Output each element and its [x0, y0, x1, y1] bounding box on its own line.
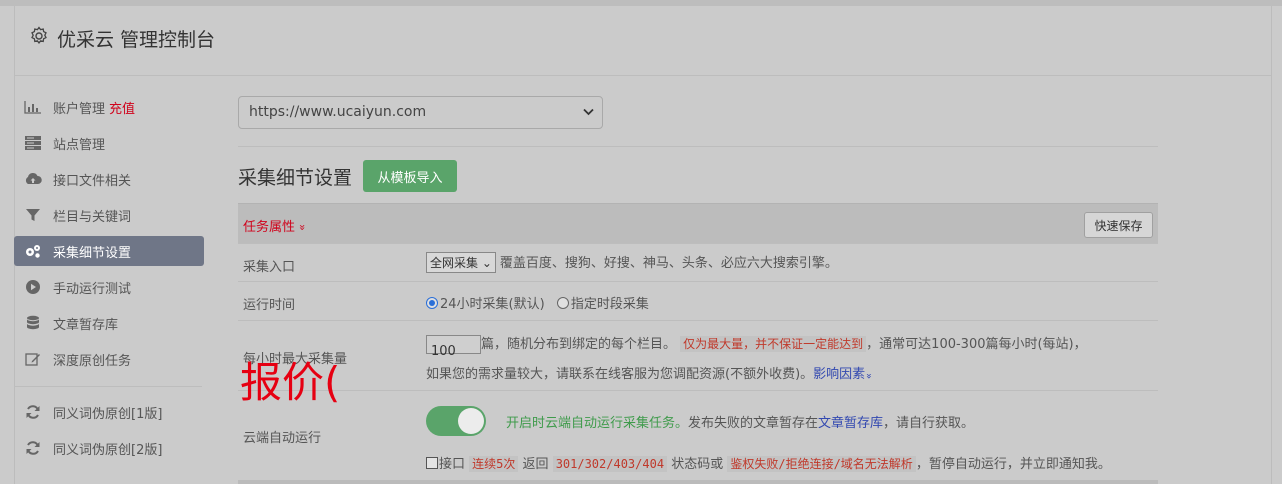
row-value: 24小时采集(默认) 指定时段采集	[426, 293, 649, 312]
chevron-down-icon: ⌄	[481, 256, 492, 270]
refresh-icon	[26, 405, 40, 419]
row-collect-entry: 采集入口 全网采集 ⌄ 覆盖百度、搜狗、好搜、神马、头条、必应六大搜索引擎。	[238, 243, 1158, 281]
sidebar-item-label: 文章暂存库	[53, 317, 119, 333]
text: ，暂停自动运行，并立即通知我。	[915, 457, 1111, 472]
sidebar-item-synonym-v2[interactable]: 同义词伪原创[2版]	[14, 433, 204, 463]
row-value: 全网采集 ⌄ 覆盖百度、搜狗、好搜、神马、头条、必应六大搜索引擎。	[426, 252, 838, 273]
sidebar-item-columns-keywords[interactable]: 栏目与关键词	[14, 200, 204, 230]
notify-option: 接口 连续5次 返回 301/302/403/404 状态码或 鉴权失败/拒绝连…	[426, 453, 1111, 472]
row-label: 采集入口	[243, 260, 296, 275]
page-header: 优采云 管理控制台	[15, 6, 1271, 76]
text: 返回	[522, 457, 549, 472]
text: 开启时云端自动运行采集任务。	[506, 416, 689, 431]
sidebar-item-account[interactable]: 账户管理 充值	[14, 92, 204, 122]
code-note: 鉴权失败/拒绝连接/域名无法解析	[727, 456, 916, 472]
sidebar-item-interface-files[interactable]: 接口文件相关	[14, 164, 204, 194]
chevron-down-icon: »	[296, 224, 310, 231]
text: ，通常可达100-300篇每小时(每站)，	[866, 337, 1087, 352]
bar-chart-icon	[24, 101, 41, 114]
play-circle-icon	[26, 280, 40, 294]
page-title: 优采云 管理控制台	[57, 29, 216, 51]
sidebar-item-manual-run[interactable]: 手动运行测试	[14, 272, 204, 302]
filter-icon	[26, 209, 40, 221]
section-title: 采集细节设置	[238, 167, 353, 189]
cloud-auto-run-toggle[interactable]	[426, 406, 486, 436]
text: 如果您的需求量较大，请联系在线客服为您调配资源(不额外收费)。	[426, 367, 814, 382]
site-select-value: https://www.ucaiyun.com	[249, 104, 427, 120]
sidebar-item-label: 深度原创任务	[53, 353, 132, 369]
text: 接口	[439, 457, 466, 472]
sidebar-item-label: 采集细节设置	[53, 245, 132, 261]
overlay-annotation: 报价(	[240, 358, 341, 407]
row-cloud-auto-run: 云端自动运行 开启时云端自动运行采集任务。发布失败的文章暂存在文章暂存库，请自行…	[238, 390, 1158, 480]
collect-entry-desc: 覆盖百度、搜狗、好搜、神马、头条、必应六大搜索引擎。	[499, 256, 838, 271]
notify-checkbox[interactable]	[426, 457, 438, 469]
text: 发布失败的文章暂存在	[688, 416, 819, 431]
task-props-toggle[interactable]: 任务属性 »	[243, 216, 310, 235]
collect-entry-select[interactable]: 全网采集 ⌄	[426, 252, 496, 273]
radio-24h[interactable]	[426, 297, 438, 309]
gear-icon	[31, 26, 47, 44]
radio-scheduled-label: 指定时段采集	[570, 297, 649, 312]
radio-scheduled[interactable]	[556, 297, 569, 309]
row-max-per-hour: 每小时最大采集量 100 篇，随机分布到绑定的每个栏目。 仅为最大量，并不保证一定…	[238, 320, 1158, 390]
chevron-down-icon: »	[863, 372, 875, 380]
row-value: 100 篇，随机分布到绑定的每个栏目。 仅为最大量，并不保证一定能达到 ，通常可达1…	[426, 329, 1156, 391]
max-per-hour-line2: 如果您的需求量较大，请联系在线客服为您调配资源(不额外收费)。影响因素»	[426, 360, 1156, 391]
edit-icon	[25, 353, 40, 366]
sidebar-divider	[14, 386, 202, 387]
radio-24h-label: 24小时采集(默认)	[440, 297, 545, 312]
max-per-hour-line1: 100 篇，随机分布到绑定的每个栏目。 仅为最大量，并不保证一定能达到 ，通常可达1…	[426, 329, 1156, 360]
import-from-template-button[interactable]: 从模板导入	[363, 160, 457, 192]
database-icon	[27, 315, 39, 330]
server-icon	[25, 136, 41, 150]
refresh-icon	[26, 441, 40, 455]
gears-icon	[26, 245, 40, 258]
text: 篇，随机分布到绑定的每个栏目。	[481, 337, 677, 352]
sidebar-item-deep-original[interactable]: 深度原创任务	[14, 344, 204, 374]
max-per-hour-input[interactable]: 100	[426, 335, 481, 359]
sidebar-item-collect-settings[interactable]: 采集细节设置	[14, 236, 204, 266]
row-run-time: 运行时间 24小时采集(默认) 指定时段采集	[238, 281, 1158, 320]
sidebar-item-sites[interactable]: 站点管理	[14, 128, 204, 158]
sidebar-item-label: 手动运行测试	[53, 281, 132, 297]
task-props-label: 任务属性	[243, 220, 296, 235]
cloud-auto-desc: 开启时云端自动运行采集任务。发布失败的文章暂存在文章暂存库，请自行获取。	[506, 412, 974, 431]
sidebar-item-label: 同义词伪原创[2版]	[53, 442, 163, 458]
code-note: 仅为最大量，并不保证一定能达到	[680, 336, 867, 352]
sidebar: 账户管理 充值 站点管理 接口文件相关 栏目与关键词 采集细节设置 手动运行测试…	[14, 92, 204, 469]
code-note: 301/302/403/404	[552, 456, 668, 472]
table-bottom-bar	[238, 480, 1158, 484]
quick-save-button[interactable]: 快速保存	[1084, 212, 1153, 238]
sidebar-item-label: 同义词伪原创[1版]	[53, 406, 163, 422]
site-select[interactable]: https://www.ucaiyun.com	[238, 96, 603, 129]
row-label: 云端自动运行	[243, 431, 322, 446]
sidebar-item-label: 站点管理	[53, 137, 106, 153]
collect-entry-select-value: 全网采集	[430, 256, 479, 270]
sidebar-item-synonym-v1[interactable]: 同义词伪原创[1版]	[14, 397, 204, 427]
sidebar-item-label: 接口文件相关	[53, 173, 132, 189]
influence-factors-link[interactable]: 影响因素»	[813, 367, 874, 382]
recharge-link[interactable]: 充值	[109, 98, 135, 117]
sidebar-item-article-store[interactable]: 文章暂存库	[14, 308, 204, 338]
sidebar-item-label: 栏目与关键词	[53, 209, 132, 225]
settings-table: 任务属性 » 快速保存 采集入口 全网采集 ⌄ 覆盖百度、搜狗、好搜、神马、头条、…	[238, 203, 1158, 480]
row-label: 运行时间	[243, 298, 296, 313]
article-store-link[interactable]: 文章暂存库	[818, 416, 883, 431]
divider	[238, 146, 1158, 147]
task-props-header: 任务属性 » 快速保存	[238, 203, 1158, 243]
text: ，请自行获取。	[883, 416, 975, 431]
chevron-down-icon	[583, 108, 594, 116]
code-note: 连续5次	[469, 456, 519, 472]
cloud-upload-icon	[25, 172, 42, 184]
sidebar-item-label: 账户管理	[53, 101, 106, 117]
text: 状态码或	[671, 457, 724, 472]
